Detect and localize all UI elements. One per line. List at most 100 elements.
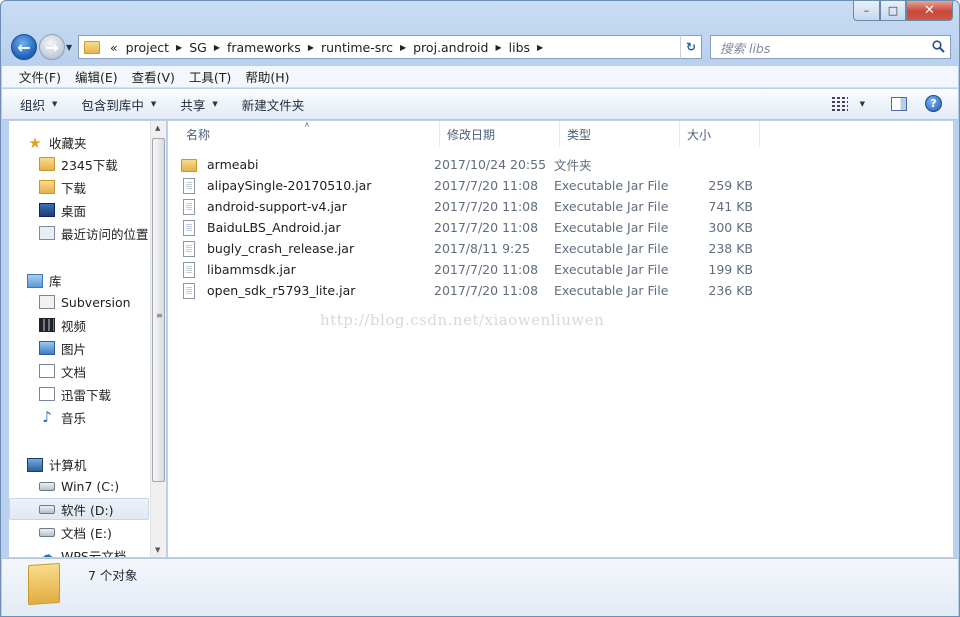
help-icon[interactable]: ? <box>925 95 942 112</box>
include-in-library-button[interactable]: 包含到库中 ▼ <box>81 95 156 114</box>
nav-pane-scrollbar[interactable]: ▲ ≡ ▼ <box>150 121 166 557</box>
column-type[interactable]: 类型 <box>560 121 680 147</box>
file-icon <box>183 240 195 257</box>
chevron-right-icon[interactable]: ▶ <box>305 43 317 52</box>
breadcrumb-item[interactable]: proj.android <box>409 40 492 55</box>
breadcrumb-item[interactable]: runtime-src <box>317 40 397 55</box>
nav-item-2345-download[interactable]: 2345下载 <box>9 153 149 175</box>
menu-file[interactable]: 文件(F) <box>12 67 68 86</box>
menu-view[interactable]: 查看(V) <box>125 67 182 86</box>
file-icon <box>183 219 195 236</box>
new-folder-button[interactable]: 新建文件夹 <box>242 95 305 114</box>
file-date: 2017/10/24 20:55 <box>434 157 547 172</box>
breadcrumb-item[interactable]: project <box>122 40 173 55</box>
maximize-button[interactable]: □ <box>880 1 906 21</box>
chevron-right-icon[interactable]: ▶ <box>534 43 546 52</box>
refresh-button[interactable]: ↻ <box>680 35 702 59</box>
nav-item-documents[interactable]: 文档 <box>9 360 149 382</box>
nav-item-downloads[interactable]: 下载 <box>9 176 149 198</box>
scrollbar-thumb[interactable]: ≡ <box>152 138 165 482</box>
chevron-down-icon[interactable]: ▼ <box>860 100 865 108</box>
search-input[interactable]: 搜索 libs <box>710 35 951 59</box>
explorer-window: – □ ✕ ← → ▼ « project ▶ SG ▶ frameworks … <box>0 0 960 617</box>
nav-item-xunlei-download[interactable]: 迅雷下载 <box>9 383 149 405</box>
column-date-modified[interactable]: 修改日期 <box>440 121 560 147</box>
breadcrumb-item[interactable]: libs <box>505 40 534 55</box>
column-size[interactable]: 大小 <box>680 121 760 147</box>
download-library-icon <box>39 387 55 401</box>
file-size: 259 KB <box>708 178 753 193</box>
nav-item-wps-cloud[interactable]: ☁ WPS云文档 <box>9 544 149 558</box>
nav-group-favorites[interactable]: ★ 收藏夹 <box>27 133 86 152</box>
nav-item-recent-places[interactable]: 最近访问的位置 <box>9 222 149 244</box>
table-row[interactable]: open_sdk_r5793_lite.jar 2017/7/20 11:08 … <box>181 280 753 301</box>
chevron-right-icon[interactable]: ▶ <box>211 43 223 52</box>
file-type: Executable Jar File <box>554 220 669 235</box>
nav-group-libraries[interactable]: 库 <box>27 271 62 290</box>
table-row[interactable]: android-support-v4.jar 2017/7/20 11:08 E… <box>181 196 753 217</box>
table-row[interactable]: BaiduLBS_Android.jar 2017/7/20 11:08 Exe… <box>181 217 753 238</box>
caption-buttons: – □ ✕ <box>853 1 953 21</box>
scroll-up-icon[interactable]: ▲ <box>155 124 160 132</box>
chevron-right-icon[interactable]: ▶ <box>397 43 409 52</box>
minimize-button[interactable]: – <box>853 1 880 21</box>
nav-group-computer[interactable]: 计算机 <box>27 455 87 474</box>
chevron-down-icon: ▼ <box>52 100 58 108</box>
video-icon <box>39 318 55 332</box>
nav-item-pictures[interactable]: 图片 <box>9 337 149 359</box>
subversion-icon <box>39 295 55 309</box>
breadcrumb-item[interactable]: frameworks <box>223 40 305 55</box>
organize-label: 组织 <box>20 97 46 113</box>
column-label: 大小 <box>687 127 712 142</box>
file-date: 2017/7/20 11:08 <box>434 262 539 277</box>
chevron-right-icon[interactable]: ▶ <box>492 43 504 52</box>
organize-button[interactable]: 组织 ▼ <box>20 95 57 114</box>
view-options-icon[interactable] <box>831 96 848 111</box>
file-size: 300 KB <box>708 220 753 235</box>
nav-item-label: 图片 <box>61 341 87 357</box>
nav-item-label: 2345下载 <box>61 157 118 173</box>
nav-item-drive-d[interactable]: 软件 (D:) <box>9 498 149 520</box>
table-row[interactable]: bugly_crash_release.jar 2017/8/11 9:25 E… <box>181 238 753 259</box>
folder-icon <box>39 157 55 171</box>
command-bar: 组织 ▼ 包含到库中 ▼ 共享 ▼ 新建文件夹 ▼ ? <box>2 89 958 120</box>
search-icon[interactable] <box>932 40 945 53</box>
music-icon: ♪ <box>42 408 52 426</box>
file-type: Executable Jar File <box>554 283 669 298</box>
file-type: Executable Jar File <box>554 262 669 277</box>
table-row[interactable]: libammsdk.jar 2017/7/20 11:08 Executable… <box>181 259 753 280</box>
back-button[interactable]: ← <box>11 34 37 60</box>
table-row[interactable]: alipaySingle-20170510.jar 2017/7/20 11:0… <box>181 175 753 196</box>
scroll-down-icon[interactable]: ▼ <box>155 546 160 554</box>
nav-item-label: 下载 <box>61 180 87 196</box>
view-controls: ▼ ? <box>831 95 942 112</box>
nav-item-drive-c[interactable]: Win7 (C:) <box>9 475 149 497</box>
new-folder-label: 新建文件夹 <box>241 97 305 113</box>
breadcrumb-item[interactable]: SG <box>185 40 211 55</box>
breadcrumb-overflow[interactable]: « <box>106 40 122 55</box>
recent-pages-dropdown[interactable]: ▼ <box>66 43 72 52</box>
share-button[interactable]: 共享 ▼ <box>180 95 217 114</box>
nav-item-subversion[interactable]: Subversion <box>9 291 149 313</box>
file-size: 199 KB <box>708 262 753 277</box>
nav-item-label: 迅雷下载 <box>61 387 112 403</box>
drive-icon <box>39 527 55 537</box>
table-row[interactable]: armeabi 2017/10/24 20:55 文件夹 <box>181 154 592 175</box>
close-button[interactable]: ✕ <box>906 1 953 21</box>
menu-edit[interactable]: 编辑(E) <box>68 67 125 86</box>
address-bar[interactable]: « project ▶ SG ▶ frameworks ▶ runtime-sr… <box>78 35 701 59</box>
nav-item-music[interactable]: ♪ 音乐 <box>9 406 149 428</box>
nav-item-videos[interactable]: 视频 <box>9 314 149 336</box>
nav-item-desktop[interactable]: 桌面 <box>9 199 149 221</box>
details-pane: 7 个对象 <box>2 558 958 616</box>
download-folder-icon <box>39 180 55 194</box>
nav-item-label: 软件 (D:) <box>61 502 114 518</box>
menu-tools[interactable]: 工具(T) <box>182 67 238 86</box>
nav-item-drive-e[interactable]: 文档 (E:) <box>9 521 149 543</box>
chevron-right-icon[interactable]: ▶ <box>173 43 185 52</box>
breadcrumb: « project ▶ SG ▶ frameworks ▶ runtime-sr… <box>106 40 546 55</box>
preview-pane-icon[interactable] <box>891 96 907 111</box>
nav-item-label: 视频 <box>61 318 87 334</box>
forward-button[interactable]: → <box>39 34 65 60</box>
menu-help[interactable]: 帮助(H) <box>238 67 296 86</box>
